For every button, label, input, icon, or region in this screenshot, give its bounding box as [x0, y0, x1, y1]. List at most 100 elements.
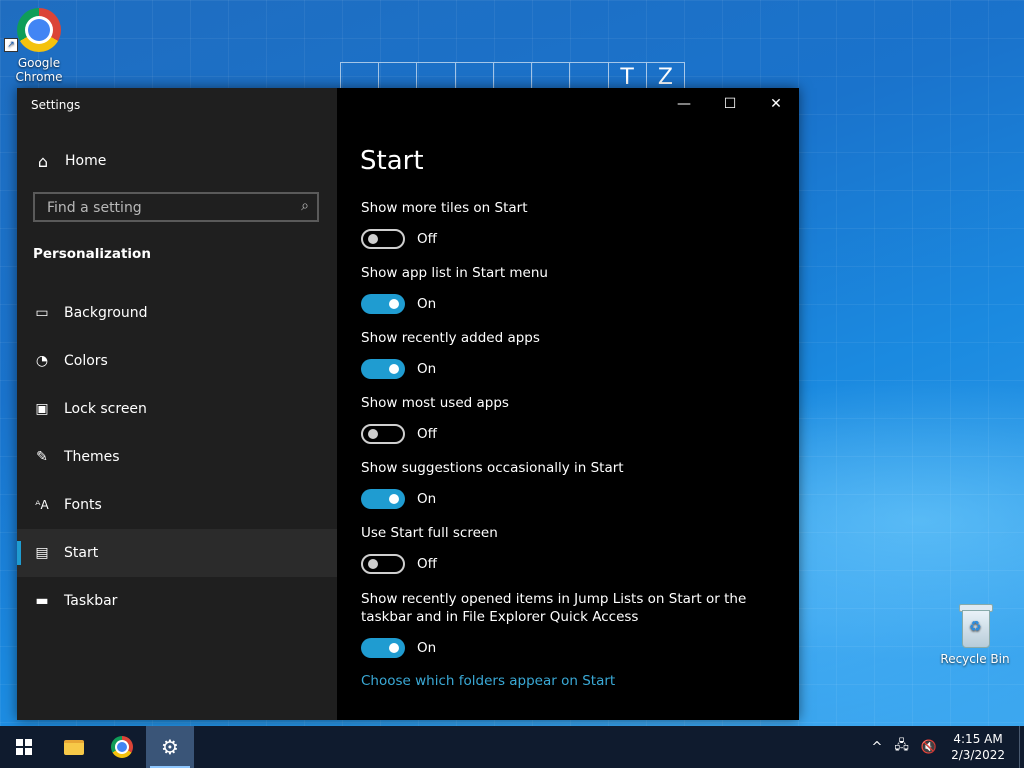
- taskbar-chrome[interactable]: [98, 726, 146, 768]
- settings-window: Settings ⌂ Home ⌕ Personalization ▭ Back…: [17, 88, 799, 720]
- palette-icon: ◔: [35, 353, 49, 369]
- setting-jump-lists: Show recently opened items in Jump Lists…: [361, 590, 781, 658]
- clock-time: 4:15 AM: [953, 732, 1003, 746]
- home-label: Home: [65, 153, 107, 169]
- toggle-state: Off: [417, 556, 437, 572]
- sidebar-item-label: Taskbar: [64, 593, 118, 609]
- sidebar-item-label: Start: [64, 545, 99, 561]
- windows-logo-icon: [16, 739, 32, 755]
- main-panel: — ☐ ✕ Start Show more tiles on Start Off…: [337, 88, 799, 720]
- toggle-switch[interactable]: [361, 229, 405, 249]
- toggle-switch[interactable]: [361, 294, 405, 314]
- window-title: Settings: [31, 98, 81, 112]
- toggle-state: On: [417, 640, 437, 656]
- toggle-switch[interactable]: [361, 359, 405, 379]
- setting-show-recently-added: Show recently added apps On: [361, 329, 781, 379]
- network-icon[interactable]: 🖧: [894, 736, 909, 758]
- taskbar-settings[interactable]: ⚙: [146, 726, 194, 768]
- toggle-state: Off: [417, 426, 437, 442]
- sidebar-nav: ▭ Background ◔ Colors ▣ Lock screen ✎ Th…: [17, 289, 337, 625]
- toggle-state: On: [417, 491, 437, 507]
- sidebar-item-label: Fonts: [64, 497, 102, 513]
- toggle-state: On: [417, 361, 437, 377]
- setting-label: Show recently opened items in Jump Lists…: [361, 591, 747, 625]
- tile: Z: [645, 62, 685, 90]
- sidebar: Settings ⌂ Home ⌕ Personalization ▭ Back…: [17, 88, 337, 720]
- setting-label: Show suggestions occasionally in Start: [361, 460, 624, 476]
- tile: [340, 62, 379, 90]
- toggle-state: Off: [417, 231, 437, 247]
- setting-show-app-list: Show app list in Start menu On: [361, 264, 781, 314]
- sidebar-item-fonts[interactable]: ᴬA Fonts: [17, 481, 337, 529]
- recycle-bin-icon: ♻: [956, 602, 994, 648]
- setting-label: Show most used apps: [361, 395, 509, 411]
- home-link[interactable]: ⌂ Home: [33, 148, 106, 174]
- desktop-icon-recycle-bin[interactable]: ♻ Recycle Bin: [940, 602, 1010, 666]
- setting-show-more-tiles: Show more tiles on Start Off: [361, 199, 781, 249]
- minimize-button[interactable]: —: [661, 88, 707, 120]
- clock-date: 2/3/2022: [951, 748, 1005, 762]
- image-icon: ▭: [35, 305, 49, 321]
- sidebar-item-start[interactable]: ▤ Start: [17, 529, 337, 577]
- setting-label: Show more tiles on Start: [361, 200, 528, 216]
- chrome-icon: [111, 736, 133, 758]
- tile: T: [607, 62, 646, 90]
- sidebar-item-taskbar[interactable]: ▬ Taskbar: [17, 577, 337, 625]
- setting-label: Use Start full screen: [361, 525, 498, 541]
- maximize-button[interactable]: ☐: [707, 88, 753, 120]
- setting-show-suggestions: Show suggestions occasionally in Start O…: [361, 459, 781, 509]
- toggle-switch[interactable]: [361, 638, 405, 658]
- system-tray: ^ 🖧 🔇 4:15 AM 2/3/2022: [866, 726, 1024, 768]
- setting-full-screen: Use Start full screen Off: [361, 524, 781, 574]
- folder-icon: [64, 739, 84, 755]
- tile: [492, 62, 532, 90]
- sidebar-item-themes[interactable]: ✎ Themes: [17, 433, 337, 481]
- desktop-icon-label: Recycle Bin: [940, 652, 1010, 666]
- themes-icon: ✎: [36, 449, 48, 465]
- start-button[interactable]: [0, 726, 48, 768]
- tile: [454, 62, 493, 90]
- tile: [569, 62, 608, 90]
- show-desktop-button[interactable]: [1019, 726, 1024, 768]
- sidebar-item-lock-screen[interactable]: ▣ Lock screen: [17, 385, 337, 433]
- sidebar-item-label: Lock screen: [64, 401, 147, 417]
- sidebar-item-colors[interactable]: ◔ Colors: [17, 337, 337, 385]
- chevron-up-icon[interactable]: ^: [872, 740, 883, 755]
- fonts-icon: ᴬA: [35, 498, 49, 512]
- desktop-icon-label: Google Chrome: [15, 56, 63, 84]
- desktop-icon-chrome[interactable]: ↗ Google Chrome: [4, 8, 74, 84]
- gear-icon: ⚙: [161, 735, 179, 759]
- taskbar-file-explorer[interactable]: [50, 726, 98, 768]
- caption-buttons: — ☐ ✕: [661, 88, 799, 120]
- toggle-switch[interactable]: [361, 424, 405, 444]
- taskbar: ⚙ ^ 🖧 🔇 4:15 AM 2/3/2022: [0, 726, 1024, 768]
- setting-show-most-used: Show most used apps Off: [361, 394, 781, 444]
- shortcut-arrow-icon: ↗: [4, 38, 18, 52]
- lock-screen-icon: ▣: [35, 401, 49, 417]
- toggle-switch[interactable]: [361, 489, 405, 509]
- sidebar-item-label: Colors: [64, 353, 108, 369]
- volume-muted-icon[interactable]: 🔇: [921, 740, 937, 755]
- close-button[interactable]: ✕: [753, 88, 799, 120]
- toggle-state: On: [417, 296, 437, 312]
- search-input[interactable]: [45, 198, 289, 218]
- section-title: Personalization: [33, 246, 151, 262]
- tile: [378, 62, 417, 90]
- choose-folders-link[interactable]: Choose which folders appear on Start: [361, 673, 615, 689]
- home-icon: ⌂: [37, 151, 49, 171]
- sidebar-item-background[interactable]: ▭ Background: [17, 289, 337, 337]
- tile: [416, 62, 455, 90]
- setting-label: Show app list in Start menu: [361, 265, 548, 281]
- taskbar-icon: ▬: [35, 593, 49, 609]
- page-title: Start: [360, 146, 424, 176]
- search-icon[interactable]: ⌕: [301, 198, 309, 214]
- sidebar-item-label: Background: [64, 305, 148, 321]
- clock[interactable]: 4:15 AM 2/3/2022: [951, 731, 1005, 763]
- setting-label: Show recently added apps: [361, 330, 540, 346]
- search-box[interactable]: ⌕: [33, 192, 319, 222]
- chrome-icon: [17, 8, 61, 52]
- background-tiles: T Z: [340, 62, 685, 90]
- sidebar-item-label: Themes: [64, 449, 120, 465]
- tile: [531, 62, 570, 90]
- toggle-switch[interactable]: [361, 554, 405, 574]
